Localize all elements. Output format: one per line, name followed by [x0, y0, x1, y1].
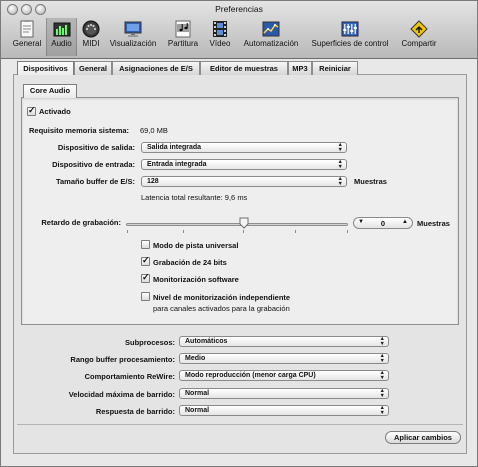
midi-icon	[82, 20, 100, 38]
titlebar: Preferencias General Audio MIDI Visualiz…	[1, 1, 477, 59]
tab-asignaciones[interactable]: Asignaciones de E/S	[112, 61, 200, 75]
process-buffer-range-label: Rango buffer procesamiento:	[70, 355, 175, 364]
buffer-size-label: Tamaño buffer de E/S:	[55, 177, 135, 186]
checkmark-icon: ✓	[28, 105, 36, 115]
toolbar-item-midi[interactable]: MIDI	[79, 18, 103, 56]
record-delay-slider[interactable]	[126, 223, 348, 226]
record-delay-label: Retardo de grabación:	[41, 218, 121, 227]
slider-tick	[243, 230, 244, 233]
toolbar-item-display[interactable]: Visualización	[105, 18, 161, 56]
popup-arrows-icon: ▲ ▼	[379, 370, 385, 381]
share-icon	[410, 20, 428, 38]
memory-requirement-label: Requisito memoria sistema:	[29, 126, 130, 135]
toolbar-item-score[interactable]: Partitura	[164, 18, 202, 56]
record-delay-stepper[interactable]: ▼ 0 ▲	[353, 217, 413, 229]
slider-tick	[295, 230, 296, 233]
activado-checkbox[interactable]: ✓	[27, 105, 36, 116]
slider-tick	[347, 230, 348, 233]
toolbar-item-audio[interactable]: Audio	[46, 18, 77, 56]
popup-arrows-icon: ▲ ▼	[337, 142, 343, 153]
control-surfaces-icon	[341, 21, 359, 37]
memory-requirement-value: 69,0 MB	[140, 126, 168, 135]
popup-arrows-icon: ▲ ▼	[337, 176, 343, 187]
tab-general[interactable]: General	[74, 61, 112, 75]
output-device-label: Dispositivo de salida:	[57, 143, 135, 152]
scrub-response-label: Respuesta de barrido:	[95, 407, 175, 416]
automation-icon	[262, 21, 280, 37]
universal-track-mode-label: Modo de pista universal	[153, 241, 239, 250]
software-monitoring-label: Monitorización software	[153, 275, 239, 284]
slider-tick	[183, 230, 184, 233]
popup-arrows-icon: ▲ ▼	[379, 388, 385, 399]
toolbar-item-general[interactable]: General	[9, 18, 45, 56]
toolbar-item-video[interactable]: Vídeo	[207, 18, 233, 56]
window-title: Preferencias	[215, 4, 263, 14]
record-delay-unit-label: Muestras	[417, 219, 450, 228]
increment-arrow-icon[interactable]: ▲	[402, 219, 408, 225]
process-buffer-range-popup[interactable]: Medio ▲ ▼	[179, 353, 389, 364]
input-device-label: Dispositivo de entrada:	[52, 160, 135, 169]
toolbar-item-control-surfaces[interactable]: Superficies de control	[307, 18, 393, 56]
separator	[17, 424, 463, 425]
popup-arrows-icon: ▲ ▼	[379, 336, 385, 347]
independent-monitoring-label: Nivel de monitorización independiente	[153, 293, 291, 302]
popup-arrows-icon: ▲ ▼	[379, 353, 385, 364]
score-icon	[175, 20, 191, 38]
independent-monitoring-checkbox[interactable]	[141, 292, 150, 301]
independent-monitoring-sublabel: para canales activados para la grabación	[153, 304, 290, 313]
tab-dispositivos[interactable]: Dispositivos	[17, 61, 74, 75]
input-device-popup[interactable]: Entrada integrada ▲ ▼	[141, 159, 347, 170]
tab-reiniciar[interactable]: Reiniciar	[312, 61, 358, 75]
max-scrub-speed-popup[interactable]: Normal ▲ ▼	[179, 388, 389, 399]
max-scrub-speed-label: Velocidad máxima de barrido:	[68, 390, 175, 399]
slider-knob-icon[interactable]	[239, 217, 249, 229]
tab-editor-muestras[interactable]: Editor de muestras	[200, 61, 288, 75]
software-monitoring-checkbox[interactable]: ✓	[141, 272, 150, 283]
general-icon	[20, 20, 34, 38]
activado-label: Activado	[39, 107, 71, 116]
buffer-unit-label: Muestras	[354, 177, 387, 186]
scrub-response-popup[interactable]: Normal ▲ ▼	[179, 405, 389, 416]
universal-track-mode-checkbox[interactable]	[141, 240, 150, 249]
tab-mp3[interactable]: MP3	[288, 61, 312, 75]
record-24bit-label: Grabación de 24 bits	[153, 258, 227, 267]
popup-arrows-icon: ▲ ▼	[337, 159, 343, 170]
threads-popup[interactable]: Automáticos ▲ ▼	[179, 336, 389, 347]
video-icon	[213, 21, 227, 37]
threads-label: Subprocesos:	[124, 338, 175, 347]
tab-core-audio[interactable]: Core Audio	[23, 84, 77, 98]
checkmark-icon: ✓	[142, 272, 150, 282]
audio-icon	[53, 22, 70, 37]
buffer-size-popup[interactable]: 128 ▲ ▼	[141, 176, 347, 187]
slider-tick	[127, 230, 128, 233]
rewire-behavior-popup[interactable]: Modo reproducción (menor carga CPU) ▲ ▼	[179, 370, 389, 381]
output-device-popup[interactable]: Salida integrada ▲ ▼	[141, 142, 347, 153]
toolbar-item-share[interactable]: Compartir	[397, 18, 441, 56]
latency-text: Latencia total resultante: 9,6 ms	[141, 193, 248, 202]
toolbar-item-automation[interactable]: Automatización	[239, 18, 303, 56]
display-icon	[124, 21, 142, 37]
rewire-behavior-label: Comportamiento ReWire:	[84, 372, 175, 381]
checkmark-icon: ✓	[142, 255, 150, 265]
preferences-window: Preferencias General Audio MIDI Visualiz…	[0, 0, 478, 467]
record-24bit-checkbox[interactable]: ✓	[141, 255, 150, 266]
popup-arrows-icon: ▲ ▼	[379, 405, 385, 416]
apply-changes-button[interactable]: Aplicar cambios	[385, 431, 461, 444]
